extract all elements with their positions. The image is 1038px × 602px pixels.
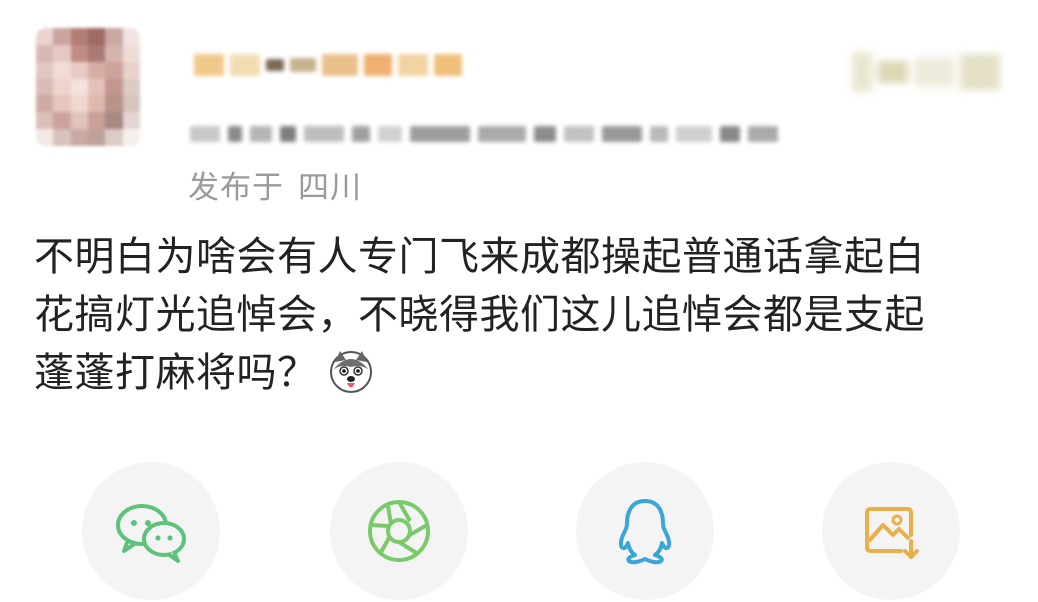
post-page: 发布于 四川 不明白为啥会有人专门飞来成都操起普通话拿起白 花搞灯光追悼会，不晓得… [0, 0, 1038, 602]
post-line-text: 蓬蓬打麻将吗？ [34, 350, 318, 396]
post-line: 花搞灯光追悼会，不晓得我们这儿追悼会都是支起 [34, 292, 925, 338]
share-moments-button[interactable] [330, 462, 468, 600]
location-label: 发布于 [188, 170, 284, 206]
wechat-icon [116, 504, 186, 563]
share-qq-button[interactable] [576, 462, 714, 600]
post-location: 发布于 四川 [188, 162, 362, 207]
share-wechat-button[interactable] [82, 462, 220, 600]
location-value: 四川 [298, 170, 362, 206]
qq-icon [618, 499, 672, 565]
follow-button[interactable] [852, 36, 1002, 108]
save-image-icon [865, 507, 919, 559]
avatar[interactable] [36, 28, 140, 146]
save-image-button[interactable] [822, 462, 960, 600]
moments-icon [368, 500, 430, 562]
husky-dog-emoji [328, 348, 374, 394]
user-subtitle [190, 116, 820, 152]
username[interactable] [194, 46, 474, 84]
post-content: 不明白为啥会有人专门飞来成都操起普通话拿起白 花搞灯光追悼会，不晓得我们这儿追悼… [34, 228, 1014, 402]
post-line: 蓬蓬打麻将吗？ [34, 344, 1014, 402]
post-line: 不明白为啥会有人专门飞来成都操起普通话拿起白 [34, 234, 925, 280]
